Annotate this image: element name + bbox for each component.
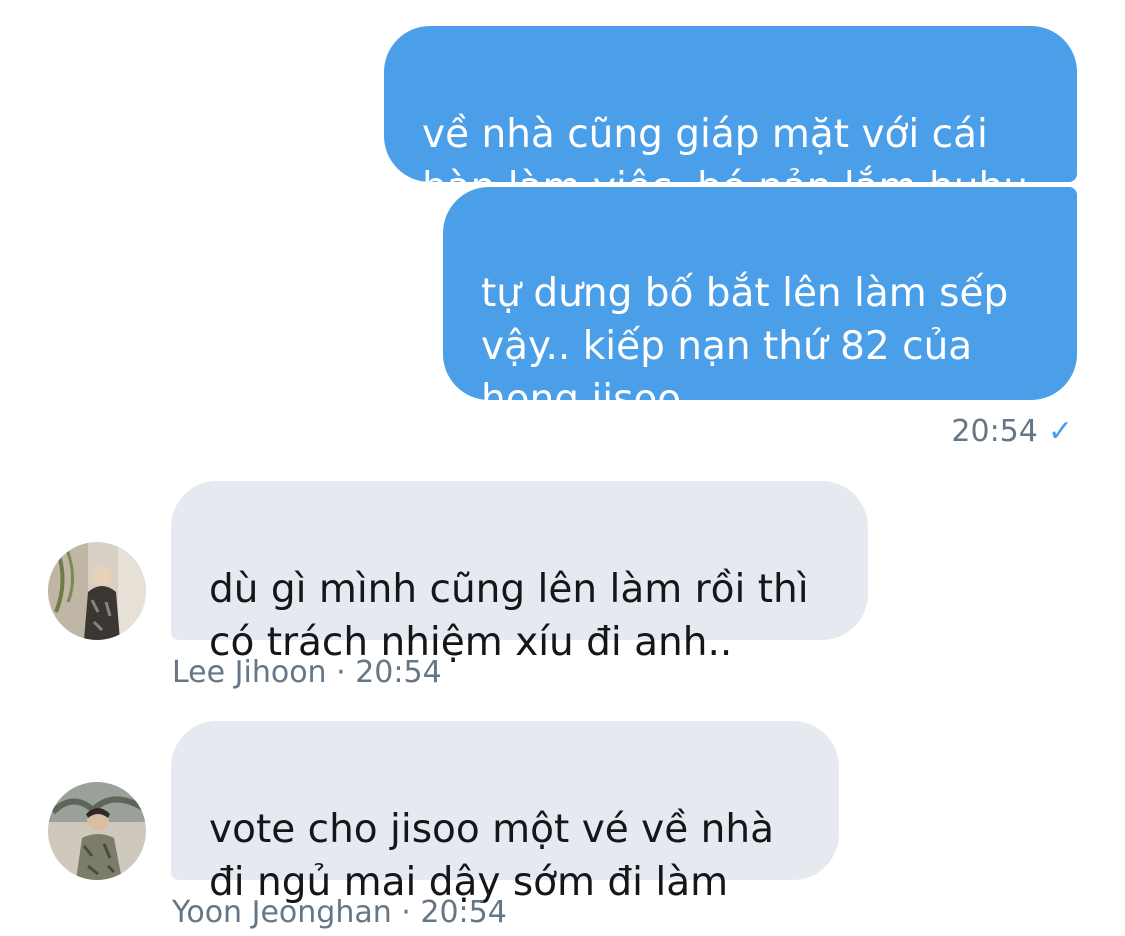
check-icon: ✓ <box>1047 414 1073 449</box>
avatar[interactable] <box>48 782 146 880</box>
avatar[interactable] <box>48 542 146 640</box>
sender-name[interactable]: Lee Jihoon <box>172 655 327 690</box>
sent-message-bubble[interactable]: tự dưng bố bắt lên làm sếp vậy.. kiếp nạ… <box>443 187 1077 422</box>
sent-message-meta: 20:54 ✓ <box>951 414 1073 450</box>
sender-name[interactable]: Yoon Jeonghan <box>172 895 392 930</box>
message-text: dù gì mình cũng lên làm rồi thì có trách… <box>209 567 809 665</box>
message-text: vote cho jisoo một vé về nhà đi ngủ mai … <box>209 807 774 905</box>
message-text: tự dưng bố bắt lên làm sếp vậy.. kiếp nạ… <box>481 271 1009 422</box>
received-message-meta: Lee Jihoon · 20:54 <box>172 655 442 691</box>
avatar-image <box>48 542 146 640</box>
received-message-meta: Yoon Jeonghan · 20:54 <box>172 895 507 931</box>
meta-separator: · <box>336 655 346 690</box>
sent-message-bubble[interactable]: về nhà cũng giáp mặt với cái bàn làm việ… <box>384 26 1077 210</box>
avatar-image <box>48 782 146 880</box>
received-message-bubble[interactable]: vote cho jisoo một vé về nhà đi ngủ mai … <box>171 721 839 905</box>
received-message-bubble[interactable]: dù gì mình cũng lên làm rồi thì có trách… <box>171 481 868 665</box>
message-time: 20:54 <box>420 895 507 930</box>
message-time: 20:54 <box>951 414 1038 449</box>
meta-separator: · <box>401 895 411 930</box>
message-time: 20:54 <box>355 655 442 690</box>
